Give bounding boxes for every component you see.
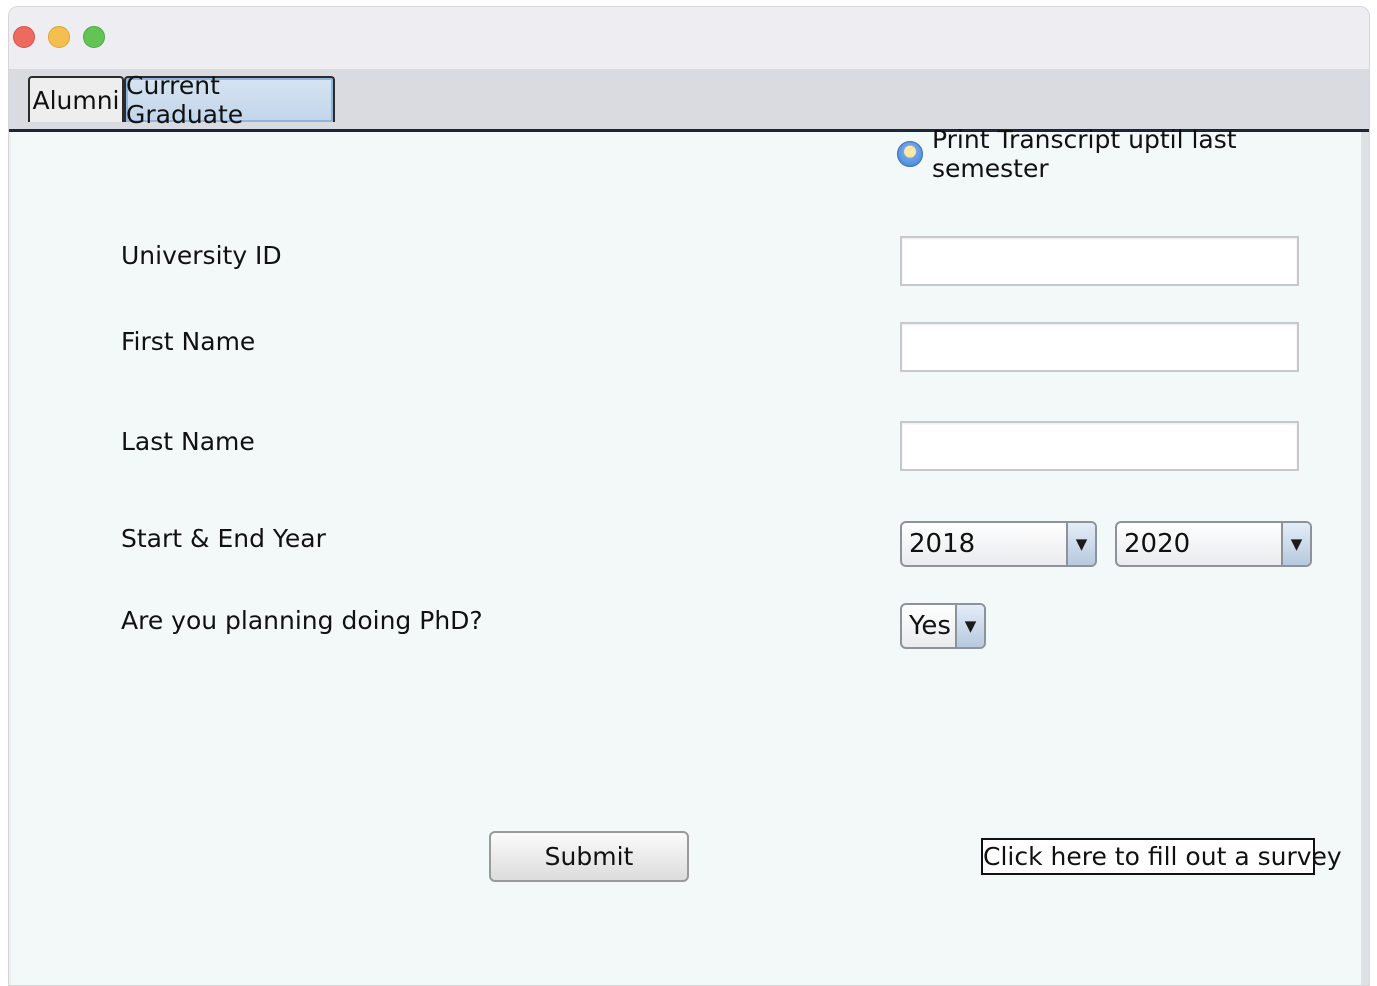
print-transcript-option[interactable]: Print Transcript uptil last semester <box>897 125 1361 183</box>
radio-button-icon[interactable] <box>897 141 923 167</box>
maximize-window-button[interactable] <box>83 26 105 48</box>
tab-alumni[interactable]: Alumni <box>28 76 124 122</box>
tab-strip: Alumni Current Graduate <box>9 69 1369 130</box>
title-bar <box>9 7 1369 70</box>
university-id-field[interactable] <box>900 236 1299 286</box>
survey-link-button[interactable]: Click here to fill out a survey <box>981 838 1342 875</box>
phd-question-label: Are you planning doing PhD? <box>121 606 483 635</box>
last-name-label: Last Name <box>121 427 255 456</box>
university-id-label: University ID <box>121 241 282 270</box>
current-graduate-panel: Print Transcript uptil last semester Uni… <box>11 125 1361 985</box>
app-window: Alumni Current Graduate Print Transcript… <box>8 6 1370 986</box>
phd-select[interactable]: Yes ▼ <box>900 603 986 649</box>
first-name-field[interactable] <box>900 322 1299 372</box>
window-right-edge <box>1361 132 1369 985</box>
close-window-button[interactable] <box>13 26 35 48</box>
end-year-select[interactable]: 2020 ▼ <box>1115 521 1312 567</box>
chevron-down-icon[interactable]: ▼ <box>1066 523 1095 565</box>
start-end-year-label: Start & End Year <box>121 524 326 553</box>
start-year-value: 2018 <box>909 529 976 559</box>
submit-button[interactable]: Submit <box>489 831 689 882</box>
first-name-label: First Name <box>121 327 256 356</box>
minimize-window-button[interactable] <box>48 26 70 48</box>
print-transcript-label: Print Transcript uptil last semester <box>932 125 1237 183</box>
last-name-field[interactable] <box>900 421 1299 471</box>
tab-current-graduate[interactable]: Current Graduate <box>124 71 335 129</box>
start-year-select[interactable]: 2018 ▼ <box>900 521 1097 567</box>
phd-value: Yes <box>909 611 951 641</box>
chevron-down-icon[interactable]: ▼ <box>1281 523 1310 565</box>
end-year-value: 2020 <box>1124 529 1191 559</box>
chevron-down-icon[interactable]: ▼ <box>955 605 984 647</box>
